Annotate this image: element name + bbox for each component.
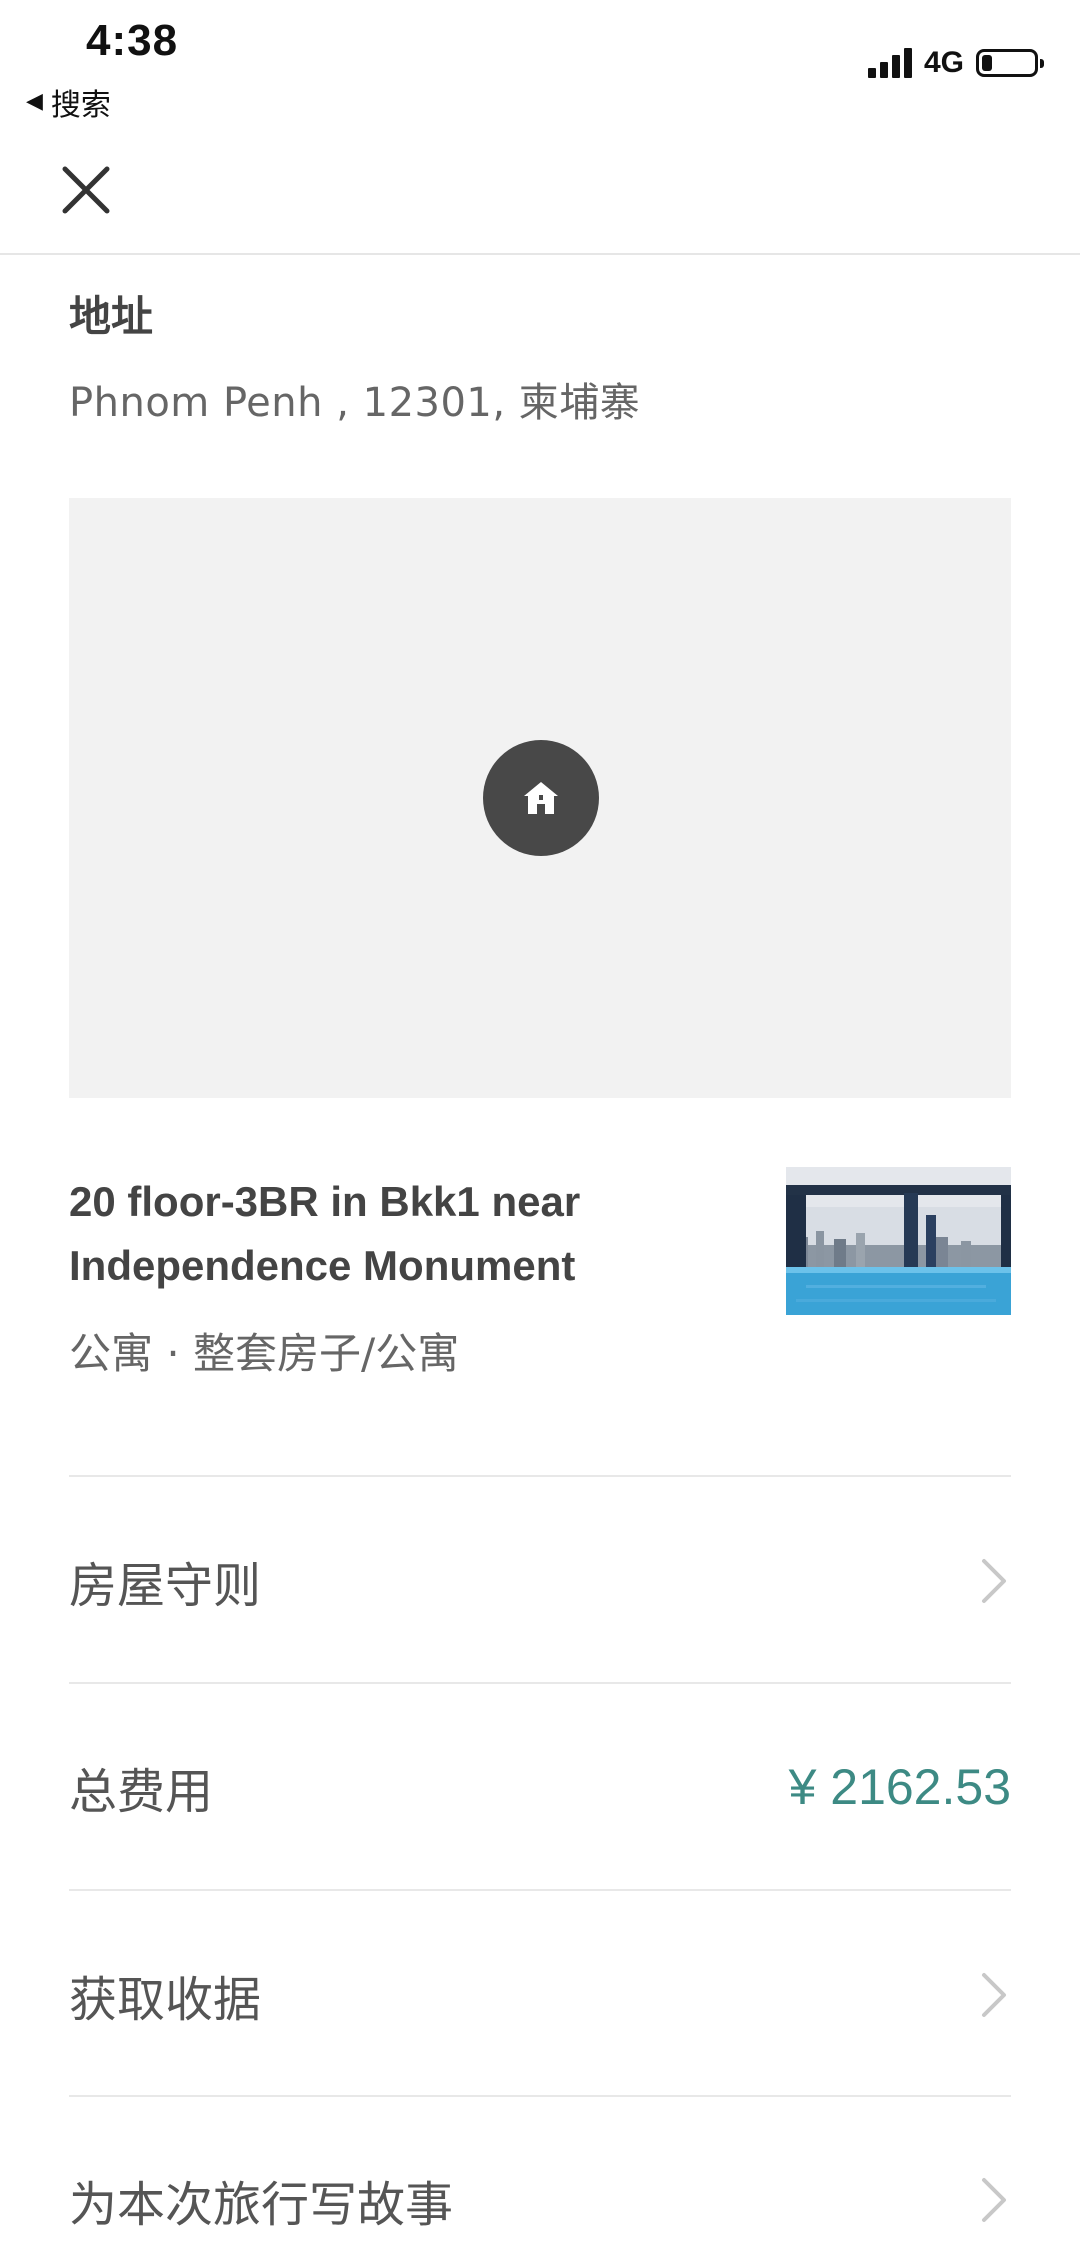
total-cost-row[interactable]: 总费用 ¥ 2162.53 bbox=[69, 1727, 1011, 1847]
status-indicators: 4G bbox=[867, 46, 1044, 80]
nav-divider bbox=[0, 253, 1080, 255]
chevron-right-icon bbox=[977, 1970, 1011, 2020]
battery-level bbox=[982, 55, 992, 71]
get-receipt-row[interactable]: 获取收据 bbox=[69, 1935, 1011, 2055]
chevron-right-icon bbox=[977, 1556, 1011, 1606]
signal-icon bbox=[867, 48, 912, 78]
close-button[interactable] bbox=[56, 160, 116, 220]
listing-subtitle: 公寓 · 整套房子/公寓 bbox=[69, 1329, 460, 1378]
house-rules-label: 房屋守则 bbox=[69, 1558, 262, 1614]
back-app-label: 搜索 bbox=[50, 88, 111, 123]
get-receipt-label: 获取收据 bbox=[69, 1972, 262, 2028]
chevron-right-icon bbox=[977, 2175, 1011, 2225]
write-story-label: 为本次旅行写故事 bbox=[69, 2177, 454, 2233]
battery-icon bbox=[976, 49, 1044, 77]
total-cost-label: 总费用 bbox=[69, 1764, 214, 1820]
house-icon bbox=[524, 782, 558, 814]
listing-photo-image bbox=[786, 1167, 1011, 1315]
write-story-row[interactable]: 为本次旅行写故事 bbox=[69, 2140, 1011, 2260]
back-triangle-icon: ◀ bbox=[26, 89, 43, 114]
listing-title[interactable]: 20 floor-3BR in Bkk1 near Independence M… bbox=[69, 1170, 689, 1298]
divider bbox=[69, 1475, 1011, 1477]
total-cost-value: ¥ 2162.53 bbox=[788, 1759, 1011, 1815]
divider bbox=[69, 1682, 1011, 1684]
listing-photo[interactable] bbox=[786, 1167, 1011, 1315]
close-icon bbox=[62, 166, 110, 214]
address-text: Phnom Penh , 12301, 柬埔寨 bbox=[69, 380, 641, 426]
network-type: 4G bbox=[923, 46, 964, 79]
divider bbox=[69, 1889, 1011, 1891]
back-to-app-button[interactable]: ◀ 搜索 bbox=[26, 80, 111, 124]
map-pin[interactable] bbox=[483, 740, 599, 856]
house-rules-row[interactable]: 房屋守则 bbox=[69, 1521, 1011, 1641]
divider bbox=[69, 2095, 1011, 2097]
address-heading: 地址 bbox=[69, 292, 154, 341]
location-map[interactable] bbox=[69, 498, 1011, 1098]
status-time: 4:38 bbox=[86, 16, 179, 65]
